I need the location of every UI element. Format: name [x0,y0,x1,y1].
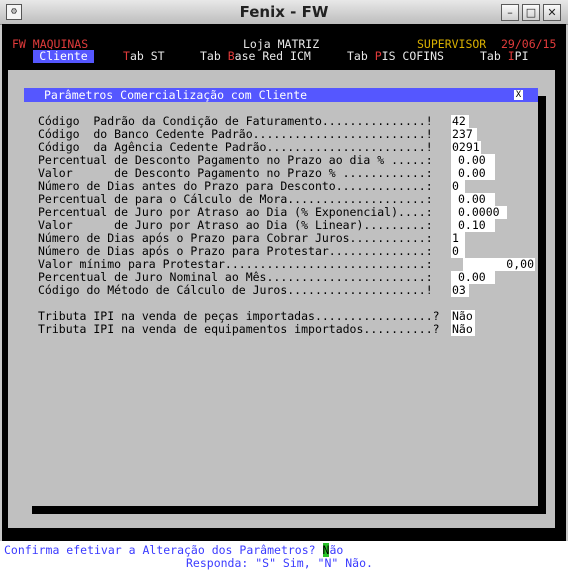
answer-rest: ão [329,543,344,557]
tab-pis-cofins[interactable]: Tab PIS COFINS [347,50,444,63]
ipi-input[interactable]: Não [451,323,475,336]
dialog-title: Parâmetros Comercialização com Cliente [44,88,308,102]
application-window: ⚙ Fenix - FW – □ ✕ FW MAQUINAS Loja MATR… [0,0,568,574]
minimize-icon[interactable]: – [501,4,519,21]
tab-st[interactable]: Tab ST [123,50,165,63]
maximize-icon[interactable]: □ [522,4,540,21]
close-icon[interactable]: ✕ [543,4,561,21]
title-bar[interactable]: ⚙ Fenix - FW – □ ✕ [0,0,568,25]
field-input[interactable]: 0 [451,245,465,258]
ipi-label: Tributa IPI na venda de equipamentos imp… [38,322,440,336]
response-hint: Responda: "S" Sim, "N" Não. [186,556,373,570]
dialog-close-button[interactable]: X [514,90,523,100]
tab-cliente[interactable]: Cliente [33,50,94,63]
window-title: Fenix - FW [239,3,329,21]
tab-base-red-icm[interactable]: Tab Base Red ICM [200,50,311,63]
dialog-shadow-bottom [32,506,546,514]
dialog-title-bar: Parâmetros Comercialização com Cliente [24,88,538,102]
field-input[interactable]: 03 [451,284,469,297]
field-label: Código do Método de Cálculo de Juros....… [38,283,433,297]
tab-ipi[interactable]: Tab IPI [480,50,529,63]
dialog-shadow-right [538,96,546,514]
